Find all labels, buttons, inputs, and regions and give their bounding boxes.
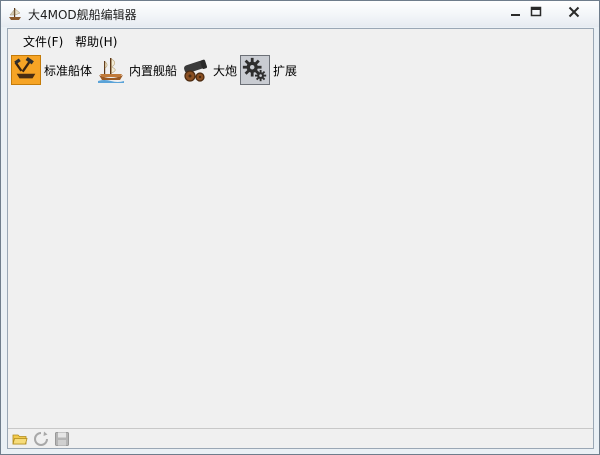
menu-file[interactable]: 文件(F) [23,33,63,50]
cannon-label: 大炮 [213,63,238,78]
open-folder-icon[interactable] [12,431,28,447]
menu-help[interactable]: 帮助(H) [75,33,117,50]
menu-bar: 文件(F) 帮助(H) [8,29,593,51]
client-area: 文件(F) 帮助(H) 标准船体 内置舰船 大炮 扩展 [7,28,594,449]
maximize-button[interactable] [521,2,551,22]
cannon-icon [184,59,208,82]
workspace [8,89,593,428]
gear-icon [242,57,267,82]
cannon-button[interactable]: 大炮 [180,53,237,87]
save-icon[interactable] [54,431,70,447]
refresh-icon[interactable] [33,431,49,447]
extensions-label: 扩展 [273,63,298,78]
close-button[interactable] [557,2,591,22]
tool-icon-frame [240,55,270,85]
toolbar: 标准船体 内置舰船 大炮 扩展 [8,51,593,89]
standard-hull-label: 标准船体 [44,63,93,78]
close-icon [568,6,580,18]
extensions-button[interactable]: 扩展 [240,53,297,87]
builtin-ships-label: 内置舰船 [129,63,178,78]
builtin-ships-button[interactable]: 内置舰船 [96,53,177,87]
app-window: 大4MOD舰船编辑器 文件(F) 帮助(H) 标准船体 内置舰船 大炮 扩展 [0,0,600,455]
status-bar [8,428,593,448]
hammer-hull-icon [14,56,36,79]
maximize-icon [530,6,542,17]
title-bar[interactable]: 大4MOD舰船编辑器 [1,1,599,27]
window-title: 大4MOD舰船编辑器 [28,8,137,22]
tool-icon-frame [11,55,41,85]
sailing-ship-icon [98,58,124,83]
standard-hull-button[interactable]: 标准船体 [11,53,92,87]
app-ship-icon [9,8,21,20]
